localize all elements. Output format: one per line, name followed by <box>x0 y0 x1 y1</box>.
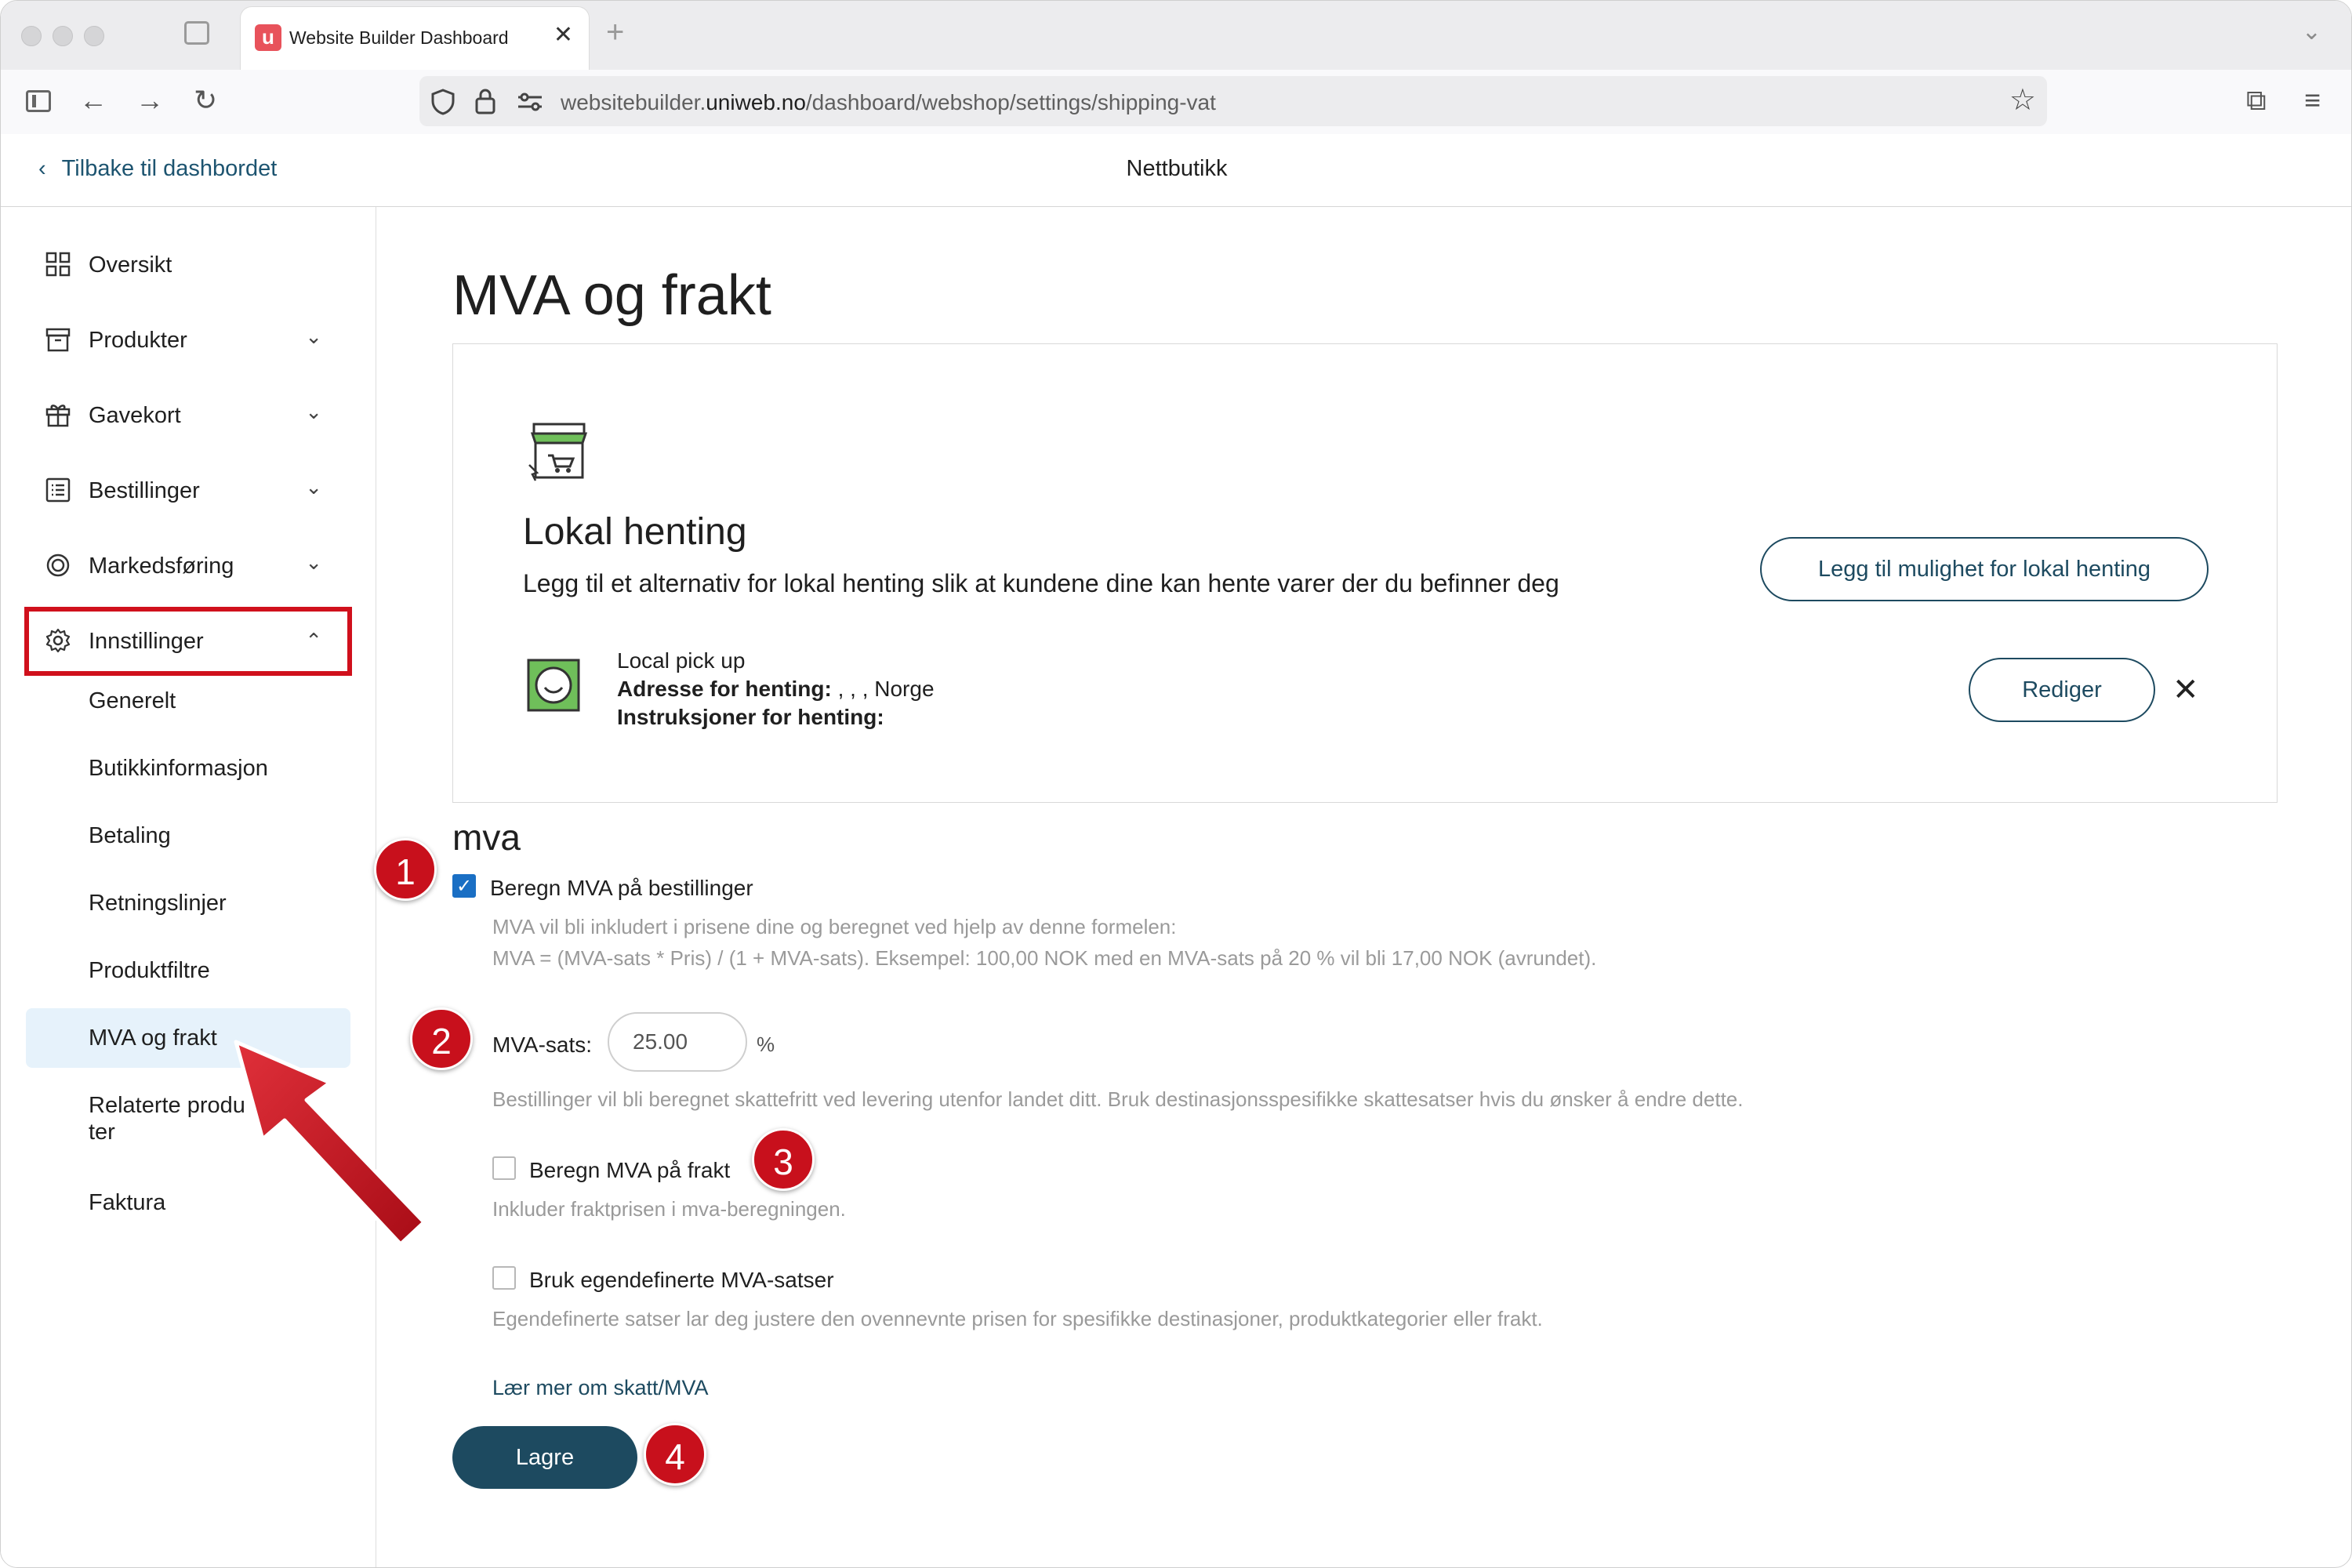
pickup-instructions-label: Instruksjoner for henting: <box>617 705 884 729</box>
save-button[interactable]: Lagre <box>452 1426 637 1489</box>
back-arrow-icon[interactable]: ← <box>79 84 107 117</box>
app-header: ‹ Tilbake til dashbordet Nettbutikk <box>1 134 2351 207</box>
sidebar-subitem-faktura[interactable]: Faktura <box>89 1190 165 1216</box>
forward-arrow-icon[interactable]: → <box>136 84 164 117</box>
annotation-highlight-box <box>24 607 352 676</box>
shipping-vat-label: Beregn MVA på frakt <box>529 1158 731 1182</box>
vat-rate-help: Bestillinger vil bli beregnet skattefrit… <box>492 1087 1744 1111</box>
browser-tab[interactable]: u Website Builder Dashboard ✕ <box>241 7 589 70</box>
sidebar-subitem-retningslinjer[interactable]: Retningslinjer <box>89 891 227 916</box>
chevron-down-icon: ⌄ <box>305 550 322 574</box>
gift-icon <box>45 405 71 427</box>
address-value: , , , Norge <box>831 677 935 701</box>
page-title: MVA og frakt <box>452 264 771 327</box>
new-tab-icon[interactable]: + <box>606 15 624 50</box>
vat-rate-label: MVA-sats: <box>492 1033 593 1057</box>
annotation-badge-1: 1 <box>374 838 437 901</box>
url-text: websitebuilder.uniweb.no/dashboard/websh… <box>561 90 1216 114</box>
sidebar-item-markedsforing[interactable]: Markedsføring ⌄ <box>24 541 354 591</box>
browser-window: u Website Builder Dashboard ✕ + ⌄ ← → ↻ … <box>0 0 2352 1568</box>
bookmark-star-icon[interactable]: ☆ <box>2009 82 2036 118</box>
sidebar-item-label: Oversikt <box>89 252 172 278</box>
sidebar: Oversikt Produkter ⌄ Gavekort ⌄ Bestilli… <box>1 207 376 1567</box>
box-icon <box>45 328 71 352</box>
vat-rate-value: 25.00 <box>633 1029 688 1054</box>
address-bar[interactable]: websitebuilder.uniweb.no/dashboard/websh… <box>419 76 2047 126</box>
pickup-entry-address: Adresse for henting: , , , Norge <box>617 677 935 702</box>
vat-heading: mva <box>452 817 521 858</box>
remove-pickup-close-icon[interactable]: ✕ <box>2172 672 2199 708</box>
sidebar-item-oversikt[interactable]: Oversikt <box>24 240 354 290</box>
sidebar-item-label: Gavekort <box>89 403 181 428</box>
grid-icon <box>45 252 71 277</box>
custom-rates-label: Bruk egendefinerte MVA-satser <box>529 1268 834 1292</box>
chevron-down-icon: ⌄ <box>305 400 322 423</box>
list-icon <box>45 477 71 503</box>
sidebar-item-bestillinger[interactable]: Bestillinger ⌄ <box>24 466 354 516</box>
navigation-bar: ← → ↻ websitebuilder.uniweb.no/dashboard… <box>1 70 2351 135</box>
sidebar-item-gavekort[interactable]: Gavekort ⌄ <box>24 390 354 441</box>
custom-rates-checkbox[interactable] <box>492 1266 516 1290</box>
pickup-location-icon <box>527 659 580 712</box>
calc-vat-help-1: MVA vil bli inkludert i prisene dine og … <box>492 915 1177 938</box>
close-window-button[interactable] <box>21 26 42 46</box>
tab-bar: u Website Builder Dashboard ✕ + ⌄ <box>1 1 2351 70</box>
menu-icon[interactable]: ≡ <box>2304 84 2321 117</box>
calc-vat-help-2: MVA = (MVA-sats * Pris) / (1 + MVA-sats)… <box>492 946 1597 970</box>
site-settings-icon[interactable] <box>517 92 543 112</box>
calc-vat-checkbox[interactable]: ✓ <box>452 874 476 898</box>
shield-icon <box>431 89 455 115</box>
sidebar-subitem-relaterte-produkter[interactable]: Relaterte produ <box>89 1093 245 1119</box>
sidebar-subitem-produktfiltre[interactable]: Produktfiltre <box>89 958 210 984</box>
page-section-title: Nettbutikk <box>1126 156 1228 181</box>
custom-rates-help: Egendefinerte satser lar deg justere den… <box>492 1307 1543 1330</box>
sidebar-subitem-mva-og-frakt[interactable]: MVA og frakt <box>89 1025 217 1051</box>
sidebar-subitem-generelt[interactable]: Generelt <box>89 688 176 714</box>
sidebar-subitem-butikkinformasjon[interactable]: Butikkinformasjon <box>89 756 268 782</box>
local-pickup-heading: Lokal henting <box>523 511 747 553</box>
sidebar-item-produkter[interactable]: Produkter ⌄ <box>24 315 354 365</box>
annotation-badge-4: 4 <box>644 1423 706 1486</box>
vat-rate-input[interactable]: 25.00 <box>608 1012 747 1072</box>
annotation-badge-3: 3 <box>752 1128 815 1191</box>
shipping-vat-checkbox[interactable] <box>492 1156 516 1180</box>
sidebar-subitem-betaling[interactable]: Betaling <box>89 823 171 849</box>
close-tab-icon[interactable]: ✕ <box>554 21 573 49</box>
tab-overview-icon[interactable] <box>184 21 209 45</box>
edit-pickup-button[interactable]: Rediger <box>1969 658 2155 722</box>
shipping-vat-help: Inkluder fraktprisen i mva-beregningen. <box>492 1197 846 1221</box>
sidebar-subitem-relaterte-produkter-wrap[interactable]: ter <box>89 1120 115 1145</box>
lock-icon <box>475 89 495 114</box>
favicon-icon: u <box>255 24 281 51</box>
chevron-down-icon: ⌄ <box>305 325 322 348</box>
target-icon <box>46 554 70 577</box>
address-label: Adresse for henting: <box>617 677 832 701</box>
local-pickup-description: Legg til et alternativ for lokal henting… <box>523 569 1559 597</box>
vat-rate-unit: % <box>757 1033 775 1056</box>
tab-title: Website Builder Dashboard <box>289 27 509 48</box>
sidebar-item-label: Markedsføring <box>89 554 234 579</box>
tabs-list-chevron-icon[interactable]: ⌄ <box>2302 18 2321 45</box>
zoom-window-button[interactable] <box>84 26 104 46</box>
storefront-icon <box>528 423 588 481</box>
pickup-entry-name: Local pick up <box>617 648 746 673</box>
annotation-badge-2: 2 <box>410 1007 473 1070</box>
calc-vat-label: Beregn MVA på bestillinger <box>490 876 753 900</box>
sidebar-item-label: Produkter <box>89 328 187 353</box>
extensions-icon[interactable]: ⧉ <box>2246 84 2267 118</box>
reload-icon[interactable]: ↻ <box>194 84 217 117</box>
add-local-pickup-button[interactable]: Legg til mulighet for lokal henting <box>1760 537 2209 601</box>
sidebar-item-label: Bestillinger <box>89 478 200 503</box>
chevron-down-icon: ⌄ <box>305 475 322 499</box>
sidebar-toggle-icon[interactable] <box>26 90 51 112</box>
learn-more-tax-link[interactable]: Lær mer om skatt/MVA <box>492 1376 709 1400</box>
minimize-window-button[interactable] <box>53 26 73 46</box>
